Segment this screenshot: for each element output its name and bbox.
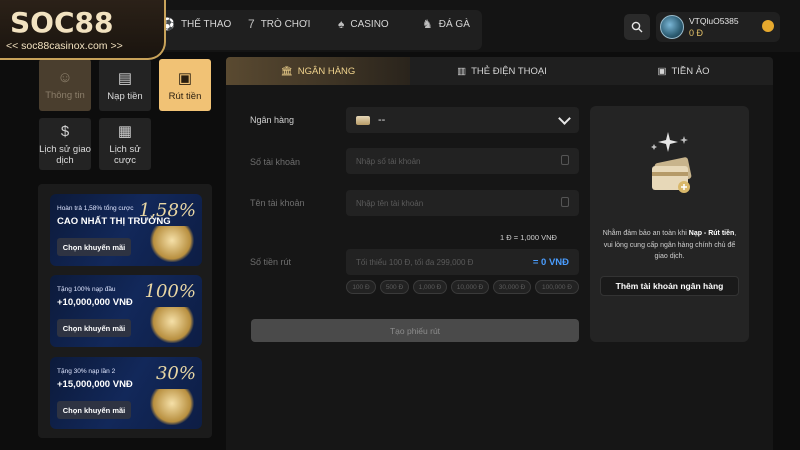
tab-phone-card[interactable]: ▥ THẺ ĐIỆN THOẠI bbox=[410, 57, 594, 85]
sidebar-item-transaction-history[interactable]: $ Lịch sử giao dịch bbox=[39, 118, 91, 170]
promo-percent: 1,58% bbox=[138, 200, 196, 221]
promo-subtitle: Hoàn trả 1,58% tổng cược bbox=[57, 205, 134, 212]
exchange-rate: 1 Đ = 1,000 VNĐ bbox=[500, 233, 557, 242]
withdraw-icon: ▣ bbox=[177, 69, 193, 87]
deposit-icon: ▤ bbox=[117, 69, 133, 87]
promo-percent: 30% bbox=[155, 363, 196, 384]
user-icon: ☺ bbox=[57, 69, 73, 86]
gold-coins-icon bbox=[150, 226, 194, 262]
chevron-down-icon bbox=[558, 112, 571, 125]
amount-field[interactable]: Tối thiểu 100 Đ, tối đa 299,000 Đ = 0 VN… bbox=[346, 249, 579, 275]
quick-amount-chip[interactable]: 30,000 Đ bbox=[493, 280, 531, 294]
account-name-field[interactable]: Nhập tên tài khoản bbox=[346, 190, 579, 216]
brand-logo[interactable]: SOC88 << soc88casinox.com >> bbox=[0, 0, 166, 60]
amount-placeholder: Tối thiểu 100 Đ, tối đa 299,000 Đ bbox=[356, 257, 474, 267]
quick-amount-chip[interactable]: 10,000 Đ bbox=[451, 280, 489, 294]
select-promo-button[interactable]: Chọn khuyến mãi bbox=[57, 238, 131, 256]
promo-card: Hoàn trả 1,58% tổng cược CAO NHẤT THỊ TR… bbox=[50, 194, 202, 266]
create-withdraw-button[interactable]: Tạo phiếu rút bbox=[251, 319, 579, 342]
promo-percent: 100% bbox=[144, 281, 196, 302]
tab-label: TIỀN ẢO bbox=[671, 65, 710, 77]
sidebar-item-bet-history[interactable]: ▦ Lịch sử cược bbox=[99, 118, 151, 170]
quick-amount-chip[interactable]: 100,000 Đ bbox=[535, 280, 579, 294]
amount-converted: = 0 VNĐ bbox=[532, 257, 569, 268]
sidebar-item-label: Thông tin bbox=[45, 90, 85, 101]
rooster-icon: ♞ bbox=[422, 17, 433, 31]
promo-subtitle: Tặng 30% nạp lần 2 bbox=[57, 368, 116, 375]
bank-icon: 🏛 bbox=[280, 65, 293, 77]
tab-label: NGÂN HÀNG bbox=[297, 65, 356, 77]
amount-label: Số tiền rút bbox=[250, 257, 292, 267]
add-bank-account-button[interactable]: Thêm tài khoản ngân hàng bbox=[600, 276, 739, 296]
username: VTQluO5385 bbox=[689, 16, 739, 26]
bank-select[interactable]: -- bbox=[346, 107, 579, 133]
user-balance: 0 Đ bbox=[689, 28, 704, 38]
gift-box-icon bbox=[150, 307, 194, 343]
account-name-label: Tên tài khoản bbox=[250, 198, 305, 208]
sidebar-item-deposit[interactable]: ▤ Nạp tiền bbox=[99, 59, 151, 111]
history-icon: $ bbox=[60, 122, 70, 140]
bank-card-icon bbox=[356, 115, 370, 125]
nav-label: ĐÁ GÀ bbox=[438, 18, 470, 30]
coin-icon bbox=[762, 20, 774, 32]
tab-label: THẺ ĐIỆN THOẠI bbox=[471, 65, 547, 77]
quick-amount-chip[interactable]: 500 Đ bbox=[380, 280, 409, 294]
logo-url: << soc88casinox.com >> bbox=[6, 40, 123, 52]
tab-crypto[interactable]: ▣ TIỀN ẢO bbox=[594, 57, 773, 85]
select-promo-button[interactable]: Chọn khuyến mãi bbox=[57, 319, 131, 337]
nav-casino[interactable]: ♠ CASINO bbox=[338, 17, 389, 31]
nav-label: THỂ THAO bbox=[180, 18, 232, 30]
select-promo-button[interactable]: Chọn khuyến mãi bbox=[57, 401, 131, 419]
bank-info-card: Nhằm đảm bảo an toàn khi Nạp - Rút tiền,… bbox=[590, 106, 749, 342]
account-number-placeholder: Nhập số tài khoản bbox=[356, 156, 421, 166]
nav-label: CASINO bbox=[350, 18, 389, 30]
crown-icon bbox=[150, 389, 194, 425]
promo-subtitle: Tặng 100% nạp đầu bbox=[57, 286, 116, 293]
sidebar-item-info[interactable]: ☺ Thông tin bbox=[39, 59, 91, 111]
sidebar-item-label: Lịch sử cược bbox=[109, 144, 141, 166]
promo-card: Tặng 100% nạp đầu +10,000,000 VNĐ 100% C… bbox=[50, 275, 202, 347]
lock-icon bbox=[561, 197, 569, 207]
bank-info-text: Nhằm đảm bảo an toàn khi Nạp - Rút tiền,… bbox=[602, 230, 737, 260]
sidebar-item-label: Rút tiền bbox=[168, 90, 202, 102]
nav-sports[interactable]: ⚽ THỂ THAO bbox=[160, 17, 231, 31]
nav-games[interactable]: 7 TRÒ CHƠI bbox=[248, 17, 310, 31]
sidebar-item-label: Nạp tiền bbox=[107, 90, 143, 102]
phone-card-icon: ▥ bbox=[457, 65, 467, 77]
promo-title: +15,000,000 VNĐ bbox=[57, 379, 133, 390]
calendar-icon: ▦ bbox=[117, 123, 133, 140]
search-button[interactable] bbox=[624, 14, 650, 40]
crypto-icon: ▣ bbox=[657, 65, 667, 77]
sidebar-item-withdraw[interactable]: ▣ Rút tiền bbox=[159, 59, 211, 111]
bank-card-sparkle-icon bbox=[651, 132, 692, 193]
sidebar-item-label: Lịch sử giao dịch bbox=[39, 143, 91, 166]
avatar bbox=[660, 15, 684, 39]
account-number-label: Số tài khoản bbox=[250, 157, 301, 167]
promo-title: +10,000,000 VNĐ bbox=[57, 297, 133, 308]
lock-icon bbox=[561, 155, 569, 165]
nav-cockfight[interactable]: ♞ ĐÁ GÀ bbox=[422, 17, 470, 31]
nav-label: TRÒ CHƠI bbox=[260, 18, 311, 30]
cards-icon: ♠ bbox=[338, 17, 345, 31]
promo-card: Tặng 30% nạp lần 2 +15,000,000 VNĐ 30% C… bbox=[50, 357, 202, 429]
bank-select-value: -- bbox=[378, 114, 386, 126]
logo-text: SOC88 bbox=[10, 6, 114, 39]
user-menu[interactable]: VTQluO5385 0 Đ bbox=[656, 12, 780, 42]
account-name-placeholder: Nhập tên tài khoản bbox=[356, 198, 424, 208]
slot-777-icon: 7 bbox=[248, 17, 255, 31]
quick-amount-chip[interactable]: 100 Đ bbox=[346, 280, 376, 294]
account-number-field[interactable]: Nhập số tài khoản bbox=[346, 148, 579, 174]
bank-label: Ngân hàng bbox=[250, 115, 295, 125]
quick-amount-chip[interactable]: 1,000 Đ bbox=[413, 280, 447, 294]
withdraw-method-tabs: 🏛 NGÂN HÀNG ▥ THẺ ĐIỆN THOẠI ▣ TIỀN ẢO bbox=[226, 57, 773, 85]
search-icon bbox=[631, 21, 643, 33]
tab-bank[interactable]: 🏛 NGÂN HÀNG bbox=[226, 57, 410, 85]
